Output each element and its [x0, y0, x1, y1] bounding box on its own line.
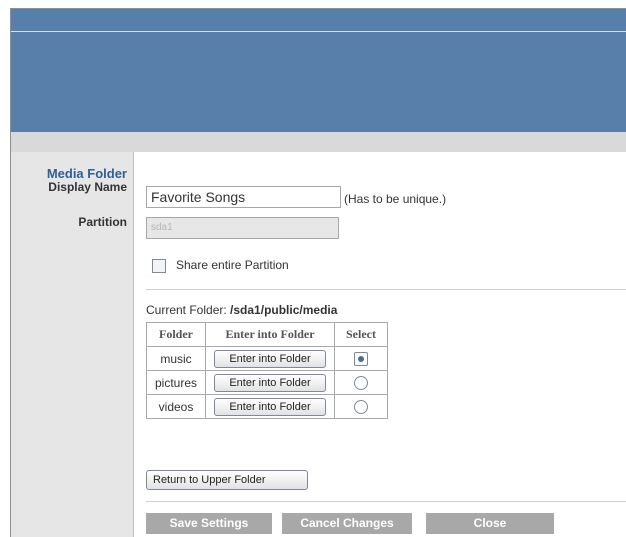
- enter-folder-button[interactable]: Enter into Folder: [214, 373, 326, 392]
- select-radio[interactable]: [354, 399, 368, 414]
- partition-label: Partition: [78, 215, 127, 229]
- table-row: music Enter into Folder: [146, 346, 388, 371]
- current-folder-label: Current Folder:: [146, 303, 227, 317]
- display-name-label: Display Name: [48, 180, 127, 194]
- divider: [146, 289, 626, 290]
- return-upper-folder-button[interactable]: Return to Upper Folder: [146, 470, 308, 490]
- app-window: Media Folder Display Name Partition Favo…: [10, 8, 626, 537]
- sub-header-bar: [11, 132, 626, 152]
- enter-cell: Enter into Folder: [205, 370, 335, 395]
- display-name-hint: (Has to be unique.): [344, 192, 447, 206]
- section-title: Media Folder: [46, 166, 127, 181]
- table-row: pictures Enter into Folder: [146, 370, 388, 395]
- select-cell: [334, 346, 388, 371]
- header-divider: [11, 31, 626, 32]
- close-button[interactable]: Close: [426, 513, 554, 534]
- enter-folder-button[interactable]: Enter into Folder: [214, 397, 326, 416]
- enter-cell: Enter into Folder: [205, 394, 335, 419]
- main-form: Favorite Songs (Has to be unique.) sda1 …: [134, 152, 626, 537]
- select-cell: [334, 394, 388, 419]
- enter-cell: Enter into Folder: [205, 346, 335, 371]
- folder-table: Folder Enter into Folder Select music En…: [146, 322, 388, 419]
- column-header-select: Select: [334, 322, 388, 347]
- enter-folder-button[interactable]: Enter into Folder: [214, 349, 326, 368]
- current-folder-path: /sda1/public/media: [230, 303, 338, 317]
- partition-field: sda1: [146, 217, 339, 239]
- current-folder: Current Folder: /sda1/public/media: [146, 303, 337, 317]
- folder-name: music: [146, 346, 206, 371]
- folder-name: videos: [146, 394, 206, 419]
- label-column: Media Folder Display Name Partition: [11, 152, 134, 537]
- save-settings-button[interactable]: Save Settings: [146, 513, 272, 534]
- table-row: videos Enter into Folder: [146, 394, 388, 419]
- select-radio[interactable]: [354, 351, 368, 366]
- divider: [146, 501, 626, 502]
- cancel-changes-button[interactable]: Cancel Changes: [282, 513, 412, 534]
- header-banner: [11, 9, 626, 132]
- share-partition-checkbox[interactable]: [152, 259, 166, 273]
- select-cell: [334, 370, 388, 395]
- table-header-row: Folder Enter into Folder Select: [146, 322, 388, 347]
- column-header-enter: Enter into Folder: [205, 322, 335, 347]
- column-header-folder: Folder: [146, 322, 206, 347]
- folder-name: pictures: [146, 370, 206, 395]
- share-partition-label: Share entire Partition: [176, 258, 289, 272]
- select-radio[interactable]: [354, 375, 368, 390]
- display-name-input[interactable]: Favorite Songs: [146, 186, 341, 208]
